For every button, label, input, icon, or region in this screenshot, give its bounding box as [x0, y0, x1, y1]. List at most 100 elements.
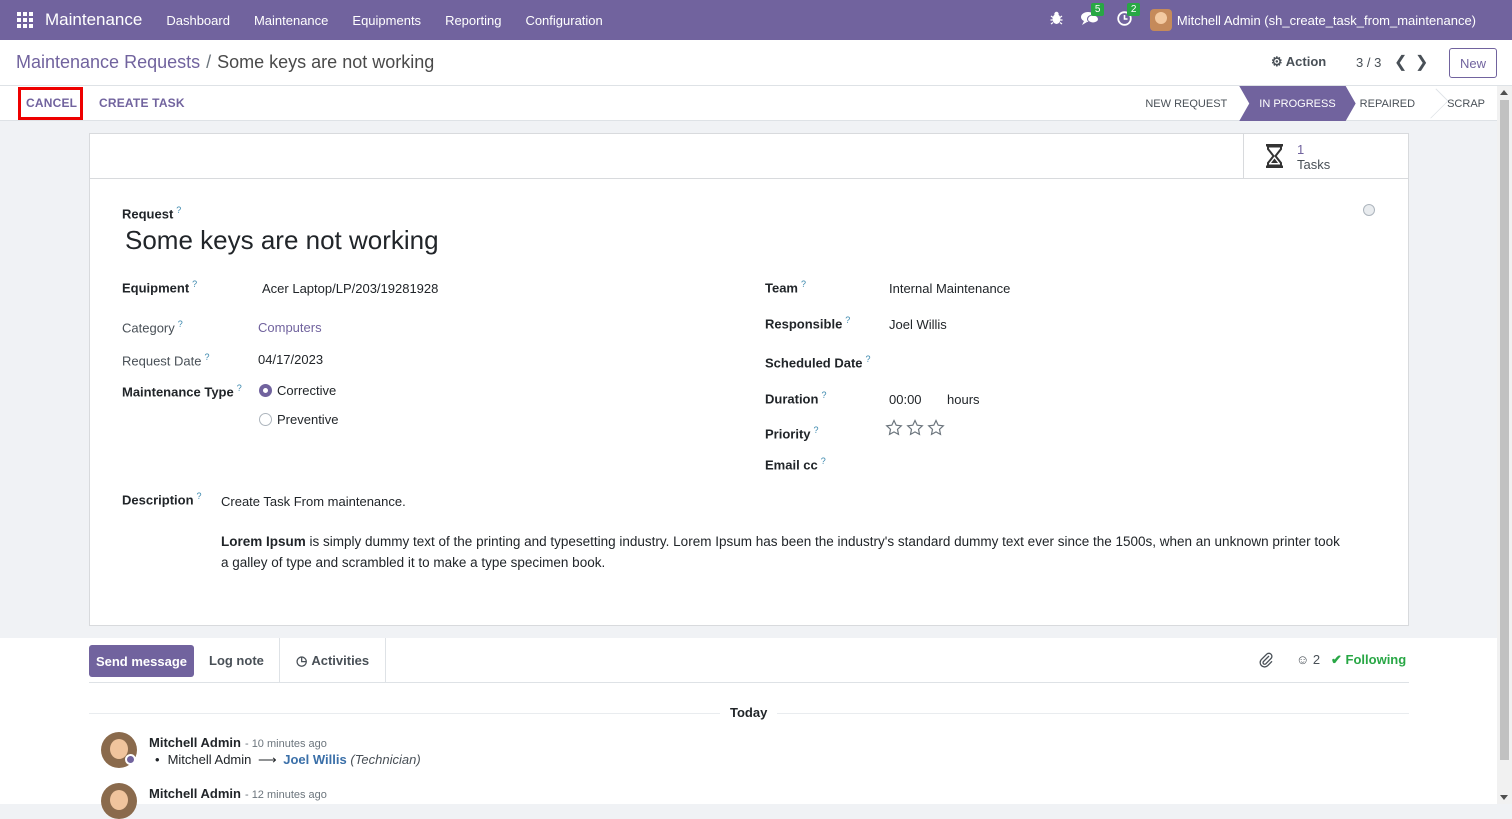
action-button[interactable]: ⚙ Action	[1271, 54, 1326, 70]
stage-divider	[1427, 86, 1437, 121]
stage-in-progress[interactable]: IN PROGRESS	[1239, 86, 1355, 121]
duration-label: Duration?	[765, 390, 827, 407]
radio-preventive[interactable]	[259, 413, 272, 426]
responsible-field[interactable]: Joel Willis	[889, 317, 947, 332]
menu-maintenance[interactable]: Maintenance	[242, 13, 340, 28]
bullet-icon: •	[155, 752, 160, 767]
breadcrumb: Maintenance Requests / Some keys are not w…	[16, 52, 434, 73]
user-avatar[interactable]	[1149, 9, 1172, 31]
category-field[interactable]: Computers	[258, 320, 322, 335]
followers-button[interactable]: ☺ 2	[1296, 652, 1320, 667]
tasks-label: Tasks	[1297, 157, 1331, 172]
app-grid-icon[interactable]	[17, 12, 33, 28]
star-icon[interactable]	[885, 419, 903, 437]
tracking-change: • Mitchell Admin ⟶ Joel Willis (Technicia…	[155, 752, 421, 768]
message-time: - 10 minutes ago	[244, 738, 327, 750]
message-author: Mitchell Admin - 10 minutes ago	[149, 735, 327, 750]
bug-icon[interactable]	[1050, 11, 1063, 29]
responsible-label: Responsible?	[765, 315, 851, 332]
smart-button-box: 1 Tasks	[90, 134, 1408, 179]
breadcrumb-separator: /	[206, 52, 212, 72]
followers-count: 2	[1312, 652, 1321, 667]
statusbar: CANCEL CREATE TASK NEW REQUEST IN PROGRE…	[0, 86, 1497, 121]
presence-dot-icon	[125, 754, 136, 765]
activities-button[interactable]: ◷ Activities	[279, 638, 387, 683]
send-message-button[interactable]: Send message	[89, 645, 194, 677]
user-menu[interactable]: Mitchell Admin (sh_create_task_from_main…	[1177, 13, 1476, 28]
paperclip-icon[interactable]	[1258, 652, 1274, 671]
kanban-state-indicator[interactable]	[1363, 204, 1375, 216]
tasks-count: 1	[1297, 142, 1305, 157]
new-button[interactable]: New	[1449, 48, 1497, 78]
star-icon[interactable]	[906, 419, 924, 437]
corrective-option-label[interactable]: Corrective	[277, 383, 336, 398]
chevron-right-icon[interactable]: ❯	[1415, 52, 1428, 72]
chatter-divider	[89, 682, 1409, 683]
page-scrollbar[interactable]	[1497, 86, 1512, 804]
activities-label: Activities	[311, 653, 370, 668]
today-separator: Today	[720, 705, 778, 720]
stage-new-request[interactable]: NEW REQUEST	[1133, 86, 1239, 121]
author-name[interactable]: Mitchell Admin	[149, 735, 241, 750]
priority-label: Priority?	[765, 425, 819, 442]
stage-scrap[interactable]: SCRAP	[1437, 86, 1497, 121]
arrow-right-icon: ⟶	[258, 752, 277, 767]
menu-configuration[interactable]: Configuration	[513, 13, 614, 28]
menu-dashboard[interactable]: Dashboard	[154, 13, 242, 28]
scroll-thumb[interactable]	[1500, 100, 1509, 760]
description-line[interactable]: Create Task From maintenance.	[221, 494, 406, 509]
description-label: Description?	[122, 491, 202, 508]
radio-corrective[interactable]	[259, 384, 272, 397]
messages-icon[interactable]: 5	[1080, 3, 1105, 29]
request-date-label: Request Date?	[122, 352, 210, 369]
create-task-button[interactable]: CREATE TASK	[99, 96, 185, 110]
request-date-field[interactable]: 04/17/2023	[258, 352, 323, 367]
message-time: - 12 minutes ago	[244, 789, 327, 801]
description-paragraph[interactable]: Lorem Ipsum is simply dummy text of the …	[221, 531, 1341, 573]
breadcrumb-maintenance-requests[interactable]: Maintenance Requests	[16, 52, 200, 72]
chevron-left-icon[interactable]: ❮	[1394, 52, 1407, 72]
team-field[interactable]: Internal Maintenance	[889, 281, 1010, 296]
scheduled-date-label: Scheduled Date?	[765, 354, 871, 371]
avatar[interactable]	[101, 783, 137, 819]
author-name[interactable]: Mitchell Admin	[149, 786, 241, 801]
control-panel: Maintenance Requests / Some keys are not w…	[0, 40, 1512, 86]
menu-reporting[interactable]: Reporting	[433, 13, 513, 28]
top-navbar: Maintenance Dashboard Maintenance Equipm…	[0, 0, 1512, 40]
duration-field[interactable]: 00:00	[889, 392, 922, 407]
scroll-up-arrow-icon[interactable]	[1500, 90, 1508, 95]
stage-repaired[interactable]: REPAIRED	[1356, 86, 1427, 121]
stage-pipeline: NEW REQUEST IN PROGRESS REPAIRED SCRAP	[1133, 86, 1497, 121]
cancel-button[interactable]: CANCEL	[26, 96, 77, 110]
tasks-smart-button[interactable]: 1 Tasks	[1243, 134, 1408, 178]
log-note-button[interactable]: Log note	[209, 638, 264, 683]
description-bold-text: Lorem Ipsum	[221, 534, 306, 549]
team-label: Team?	[765, 279, 807, 296]
preventive-option-label[interactable]: Preventive	[277, 412, 338, 427]
maintenance-type-label: Maintenance Type?	[122, 383, 242, 400]
app-title[interactable]: Maintenance	[45, 10, 142, 30]
clock-icon: ◷	[296, 652, 308, 668]
description-text: is simply dummy text of the printing and…	[221, 534, 1340, 570]
following-button[interactable]: ✔ Following	[1331, 652, 1406, 668]
category-label: Category?	[122, 319, 183, 336]
message-author: Mitchell Admin - 12 minutes ago	[149, 786, 327, 801]
menu-equipments[interactable]: Equipments	[340, 13, 433, 28]
old-value: Mitchell Admin	[167, 752, 252, 767]
equipment-field[interactable]: Acer Laptop/LP/203/19281928	[262, 281, 438, 296]
star-icon[interactable]	[927, 419, 945, 437]
request-title[interactable]: Some keys are not working	[125, 225, 439, 256]
equipment-label: Equipment?	[122, 279, 198, 296]
breadcrumb-current: Some keys are not working	[217, 52, 435, 72]
pager-value[interactable]: 3 / 3	[1356, 55, 1381, 70]
tracked-field-name: (Technician)	[350, 752, 421, 767]
following-label: Following	[1345, 652, 1407, 667]
action-label: Action	[1285, 54, 1327, 69]
activities-badge: 2	[1126, 2, 1141, 16]
duration-unit: hours	[947, 392, 980, 407]
check-icon: ✔	[1331, 652, 1342, 667]
activity-clock-icon[interactable]: 2	[1117, 2, 1141, 30]
request-label: Request?	[122, 205, 182, 222]
gear-icon: ⚙	[1271, 54, 1283, 69]
scroll-down-arrow-icon[interactable]	[1500, 795, 1508, 800]
